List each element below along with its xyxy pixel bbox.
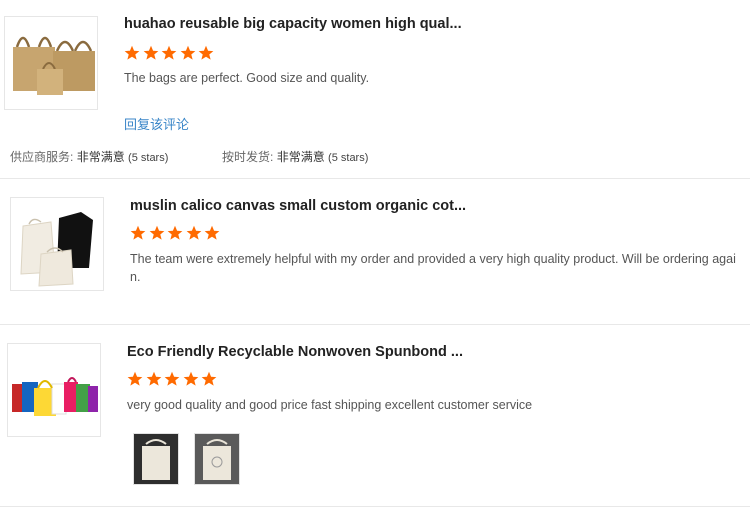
rating-label: 按时发货:	[222, 150, 274, 164]
rating-label: 供应商服务:	[10, 150, 74, 164]
review-item: huahao reusable big capacity women high …	[0, 0, 750, 179]
rating-stars-text: (5 stars)	[128, 152, 169, 164]
review-photos	[133, 433, 248, 485]
rating-value: 非常满意	[76, 150, 125, 164]
star-icon	[124, 45, 140, 60]
supplier-service-rating: 供应商服务: 非常满意 (5 stars)	[10, 148, 168, 165]
star-icon	[143, 45, 158, 60]
product-title[interactable]: Eco Friendly Recyclable Nonwoven Spunbon…	[127, 344, 463, 360]
star-icon	[167, 225, 183, 240]
review-text: very good quality and good price fast sh…	[127, 398, 533, 412]
review-item: Eco Friendly Recyclable Nonwoven Spunbon…	[0, 324, 750, 507]
rating-stars-text: (5 stars)	[328, 152, 369, 164]
product-thumbnail[interactable]	[10, 197, 104, 291]
reply-link[interactable]: 回复该评论	[124, 114, 189, 133]
rating-stars	[130, 225, 223, 243]
star-icon	[146, 371, 161, 386]
star-icon	[149, 225, 164, 240]
star-icon	[183, 371, 199, 386]
product-thumbnail[interactable]	[4, 16, 98, 110]
rating-value: 非常满意	[276, 150, 325, 164]
star-icon	[186, 225, 202, 240]
review-text: The team were extremely helpful with my …	[130, 252, 736, 284]
star-icon	[161, 45, 177, 60]
star-icon	[202, 371, 217, 386]
star-icon	[130, 225, 146, 240]
star-icon	[205, 225, 220, 240]
star-icon	[199, 45, 214, 60]
star-icon	[180, 45, 196, 60]
review-photo[interactable]	[133, 433, 179, 485]
product-thumbnail[interactable]	[7, 343, 101, 437]
review-item: muslin calico canvas small custom organi…	[0, 178, 750, 325]
product-title[interactable]: huahao reusable big capacity women high …	[124, 16, 462, 32]
product-title[interactable]: muslin calico canvas small custom organi…	[130, 198, 466, 214]
star-icon	[164, 371, 180, 386]
rating-stars	[124, 45, 217, 63]
on-time-delivery-rating: 按时发货: 非常满意 (5 stars)	[222, 148, 368, 165]
review-photo[interactable]	[194, 433, 240, 485]
rating-stars	[127, 371, 220, 389]
star-icon	[127, 371, 143, 386]
review-text: The bags are perfect. Good size and qual…	[124, 71, 370, 85]
